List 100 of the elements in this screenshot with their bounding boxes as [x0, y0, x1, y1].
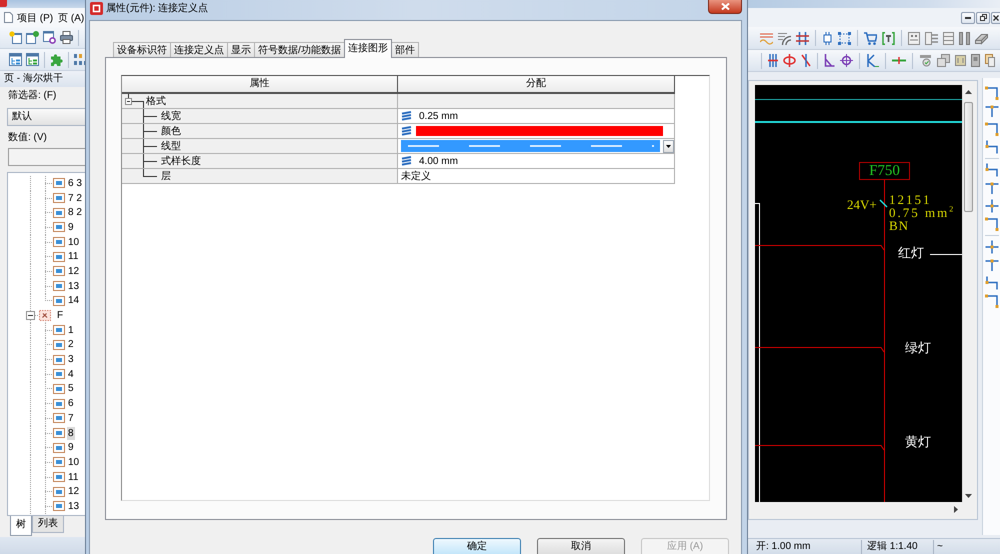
tree-item[interactable]: 8 2	[67, 206, 83, 220]
property-name: 线宽	[161, 110, 181, 123]
tree-item[interactable]: 11	[67, 470, 80, 484]
tree-item[interactable]: 9	[67, 441, 75, 454]
tree-item[interactable]: 6 3	[67, 176, 83, 190]
branch-icon[interactable]	[866, 54, 879, 67]
value-cell[interactable]: 4.00 mm	[398, 154, 675, 169]
scroll-up-icon[interactable]	[965, 90, 972, 94]
tree-item[interactable]: 13	[67, 280, 80, 293]
wire-corner-icon[interactable]	[984, 294, 998, 308]
list-icon[interactable]	[925, 32, 938, 44]
tab[interactable]: 部件	[390, 42, 419, 57]
tab[interactable]: 设备标识符	[113, 42, 171, 57]
tab[interactable]: 显示	[227, 42, 255, 57]
tree-item[interactable]: 7 2	[67, 192, 83, 205]
columns-icon[interactable]	[959, 32, 970, 44]
scroll-thumb[interactable]	[964, 102, 973, 212]
printer-icon[interactable]	[60, 31, 73, 44]
wire-corner-icon[interactable]	[984, 122, 998, 136]
tab[interactable]: 符号数据/功能数据	[254, 42, 345, 57]
rows-icon[interactable]	[943, 32, 954, 44]
slash-icon[interactable]	[801, 54, 811, 67]
grid-icon[interactable]	[796, 32, 809, 44]
tree-item[interactable]: 1	[67, 324, 75, 337]
angle-icon[interactable]	[824, 54, 835, 67]
stamp-icon[interactable]	[919, 54, 932, 67]
cancel-button[interactable]: 取消	[537, 538, 625, 554]
wave-lines-icon[interactable]	[760, 32, 773, 44]
tree-window-icon[interactable]	[9, 53, 22, 66]
scroll-down-icon[interactable]	[965, 494, 972, 498]
chip-icon[interactable]	[822, 32, 833, 44]
dropdown-button[interactable]	[663, 140, 674, 152]
wire-cross-icon[interactable]	[984, 240, 998, 254]
ring-cross-icon[interactable]	[840, 54, 853, 67]
restore-button[interactable]	[976, 12, 990, 24]
value-cell[interactable]: 未定义	[398, 169, 675, 184]
wire-corner-icon[interactable]	[984, 86, 998, 100]
tree-item[interactable]: 9	[67, 220, 75, 234]
status-text: 逻辑 1:1.40	[861, 540, 933, 554]
wire-tee-icon[interactable]	[984, 104, 998, 118]
puzzle-icon[interactable]	[50, 53, 63, 66]
tree-item[interactable]: 13	[67, 500, 80, 513]
boxes-icon[interactable]	[937, 54, 950, 67]
page-gear-icon[interactable]	[43, 31, 56, 44]
wire-bend-icon[interactable]	[984, 163, 998, 177]
filter-dropdown[interactable]: 默认	[7, 108, 85, 126]
tab[interactable]: 连接图形	[344, 39, 392, 58]
value-input[interactable]	[8, 148, 85, 166]
lamp-label: 绿灯	[905, 341, 931, 354]
tree-item[interactable]: F	[56, 309, 64, 322]
close-icon	[720, 3, 730, 10]
minimize-button[interactable]	[961, 12, 975, 24]
selection-icon[interactable]	[838, 32, 851, 44]
tree-item[interactable]: 11	[67, 250, 80, 264]
tree-item[interactable]: 3	[67, 353, 75, 366]
tree-item[interactable]: 14	[67, 294, 80, 308]
wire-bend-icon[interactable]	[984, 276, 998, 290]
scroll-right-icon[interactable]	[954, 506, 958, 513]
close-button[interactable]	[708, 0, 742, 14]
collapse-icon[interactable]	[125, 98, 132, 104]
menu-item[interactable]: 页 (A)	[57, 10, 85, 24]
value-cell[interactable]: 0.25 mm	[398, 109, 675, 124]
eraser-icon[interactable]	[975, 32, 988, 44]
tab[interactable]: 连接定义点	[170, 42, 228, 57]
value-cell[interactable]	[398, 94, 675, 109]
tree-item[interactable]: 10	[67, 456, 80, 469]
ok-button[interactable]: 确定	[433, 538, 521, 554]
tree-item[interactable]: 12	[67, 485, 80, 498]
value-cell[interactable]	[398, 139, 675, 154]
property-name: 层	[161, 170, 171, 183]
value-cell[interactable]	[398, 124, 675, 139]
signal-lines-icon[interactable]	[778, 32, 791, 44]
wire-tee-icon[interactable]	[984, 181, 998, 195]
tree-item[interactable]: 2	[67, 338, 75, 352]
close-button[interactable]	[991, 12, 1000, 24]
wire-corner-icon[interactable]	[984, 217, 998, 231]
menu-item[interactable]: 项目 (P)	[16, 10, 54, 24]
tree-item[interactable]: 12	[67, 264, 80, 278]
wire-bend-icon[interactable]	[984, 140, 998, 154]
tab[interactable]: 列表	[32, 516, 64, 533]
tab[interactable]: 树	[10, 516, 32, 536]
bracket-block-icon[interactable]	[882, 32, 895, 44]
cart-icon[interactable]	[864, 32, 877, 44]
collapse-icon[interactable]	[26, 311, 35, 320]
bars-icon[interactable]	[768, 54, 778, 67]
tree-item[interactable]: 8	[67, 426, 75, 440]
copy-icon[interactable]	[985, 54, 995, 67]
wire-cross-icon[interactable]	[984, 199, 998, 213]
numbering-icon[interactable]	[74, 53, 85, 66]
panel-icon[interactable]	[908, 32, 920, 44]
tree-item[interactable]: 10	[67, 236, 80, 249]
tree-item[interactable]: 6	[67, 397, 75, 410]
tree-item[interactable]: 5	[67, 382, 75, 396]
line-icon[interactable]	[892, 54, 906, 67]
window-list-icon[interactable]	[26, 53, 39, 66]
ellipse-cross-icon[interactable]	[783, 54, 796, 67]
tree-item[interactable]: 7	[67, 412, 75, 425]
wire-tee-icon[interactable]	[984, 258, 998, 272]
terminal-label: 24V+	[847, 198, 877, 211]
tree-item[interactable]: 4	[67, 368, 75, 381]
